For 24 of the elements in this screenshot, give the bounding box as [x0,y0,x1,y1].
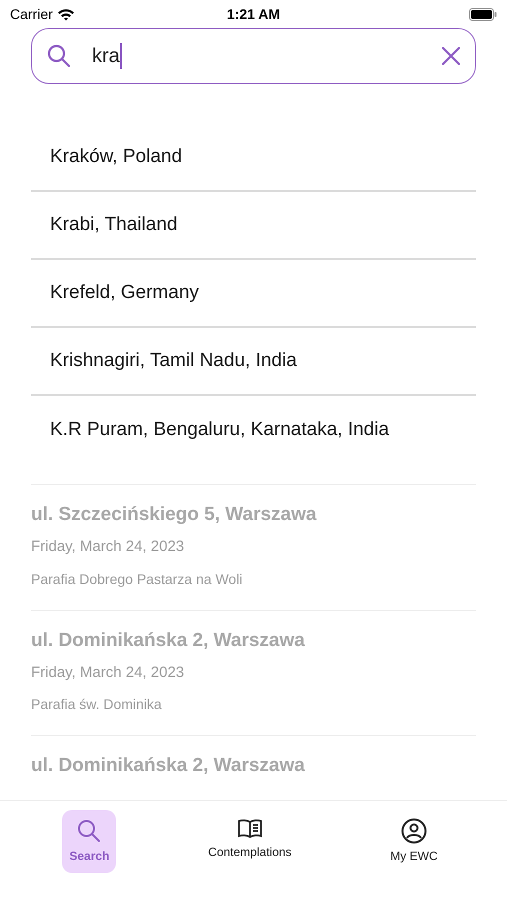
suggestion-item[interactable]: Krabi, Thailand [31,210,178,240]
suggestion-item[interactable]: K.R Puram, Bengaluru, Karnataka, India [31,416,390,444]
tab-item[interactable]: My EWC [383,810,445,873]
battery-icon [468,8,497,20]
result-date: Friday, March 24, 2023 [31,537,186,557]
result-parish: Parafia św. Dominika [31,695,163,714]
profile-icon [400,818,427,844]
wifi-icon [56,8,75,20]
search-field[interactable]: kra [31,28,476,84]
suggestion-item[interactable]: Krishnagiri, Tamil Nadu, India [31,346,297,376]
result-parish: Parafia Dobrego Pastarza na Woli [31,570,244,589]
search-icon [76,818,102,844]
result-date: Friday, March 24, 2023 [31,662,186,682]
result-title: ul. Dominikańska 2, Warszawa [31,755,306,777]
suggestion-item[interactable]: Krefeld, Germany [31,278,199,308]
carrier-label: Carrier [10,4,53,24]
clear-icon[interactable] [441,46,461,66]
search-icon [46,43,72,69]
suggestion-item[interactable]: Kraków, Poland [31,142,182,172]
book-icon [236,818,263,840]
result-title: ul. Dominikańska 2, Warszawa [31,630,306,652]
result-title: ul. Szczecińskiego 5, Warszawa [31,504,318,526]
tab-item[interactable]: Contemplations [201,810,299,869]
time-label: 1:21 AM [226,4,280,24]
